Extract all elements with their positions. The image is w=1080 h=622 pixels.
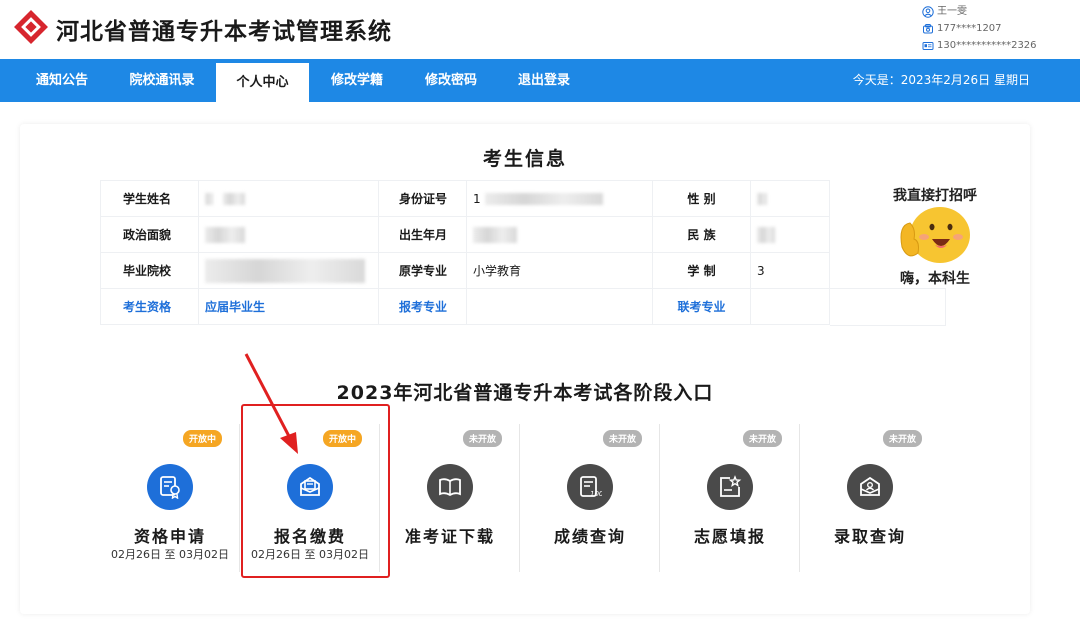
status-badge: 未开放 [882,430,922,447]
nav-item-change-password[interactable]: 修改密码 [410,59,492,102]
table-row: 考生资格 应届毕业生 报考专业 联考专业 [100,288,830,325]
value-birth [466,216,653,253]
stage-qualification-apply[interactable]: 开放中 资格申请 02月26日 至 03月02日 [100,420,240,580]
value-name [198,180,379,217]
label-apply-major: 报考专业 [378,288,467,325]
stage-preference-fill[interactable]: 未开放 志愿填报 [660,420,800,580]
nav-item-logout[interactable]: 退出登录 [503,59,585,102]
label-gender: 性 别 [652,180,751,217]
user-name: 王一雯 [937,5,967,17]
header: 河北省普通专升本考试管理系统 王一雯 177****1207 130******… [0,0,1080,59]
stage-icon-circle[interactable] [147,464,193,510]
label-name: 学生姓名 [100,180,199,217]
status-badge: 未开放 [462,430,502,447]
student-info-title: 考生信息 [482,148,567,170]
value-gender [750,180,830,217]
stages-title: 2023年河北省普通专升本考试各阶段入口 [336,382,714,404]
stage-admission-ticket-download[interactable]: 未开放 准考证下载 [380,420,520,580]
current-date: 今天是：2023年2月26日 星期日 [852,73,1030,87]
value-duration: 3 [750,252,830,289]
waving-emoji-icon [900,207,970,263]
user-info: 王一雯 177****1207 130***********2326 [922,3,1037,54]
star-form-icon [720,475,742,497]
sticker-bottom-text: 嗨，本科生 [900,271,970,287]
stage-name[interactable]: 准考证下载 [380,523,520,547]
label-major: 原学专业 [378,252,467,289]
value-ethnicity [750,216,830,253]
nav-item-edit-student-record[interactable]: 修改学籍 [316,59,398,102]
label-ethnicity: 民 族 [652,216,751,253]
user-phone: 177****1207 [937,22,1002,34]
value-apply-major [466,288,653,325]
svg-text:100: 100 [590,490,602,498]
label-id-card: 身份证号 [378,180,467,217]
stages-list: 开放中 资格申请 02月26日 至 03月02日 开放中 报名缴费 02月26日… [100,420,940,580]
stage-icon-circle[interactable]: 100 [567,464,613,510]
document-badge-icon [160,476,180,499]
stage-date: 02月26日 至 03月02日 [111,548,229,561]
stage-score-query[interactable]: 未开放 100 成绩查询 [520,420,660,580]
id-card-prefix: 1 [473,191,481,206]
table-row: 毕业院校 原学专业 小学教育 学 制 3 [100,252,830,289]
value-major: 小学教育 [466,252,653,289]
value-id-card: 1 [466,180,653,217]
value-politics [198,216,379,253]
stage-icon-circle[interactable] [707,464,753,510]
table-row: 学生姓名 身份证号 1 性 别 [100,180,830,217]
stage-name[interactable]: 录取查询 [800,523,940,547]
sticker-top-text: 我直接打招呼 [893,188,977,204]
user-icon [922,5,934,18]
value-joint-major [750,288,830,325]
score-sheet-icon: 100 [580,476,602,498]
status-badge: 未开放 [602,430,642,447]
table-row: 政治面貌 出生年月 民 族 [100,216,830,253]
stage-icon-circle[interactable] [427,464,473,510]
label-duration: 学 制 [652,252,751,289]
user-id-number: 130***********2326 [937,39,1037,51]
admission-envelope-icon [860,476,880,496]
label-eligibility: 考生资格 [100,288,199,325]
stage-name[interactable]: 志愿填报 [660,523,800,547]
status-badge: 未开放 [742,430,782,447]
annotation-arrow-icon [244,353,298,454]
label-politics: 政治面貌 [100,216,199,253]
value-eligibility: 应届毕业生 [198,288,379,325]
label-school: 毕业院校 [100,252,199,289]
site-logo-icon [14,10,48,44]
main-nav: 通知公告 院校通讯录 个人中心 修改学籍 修改密码 退出登录 今天是：2023年… [0,59,1080,102]
nav-item-personal-center[interactable]: 个人中心 [216,63,309,102]
stage-name[interactable]: 成绩查询 [520,523,660,547]
value-school [198,252,379,289]
stage-admission-query[interactable]: 未开放 录取查询 [800,420,940,580]
stage-icon-circle[interactable] [847,464,893,510]
label-joint-major: 联考专业 [652,288,751,325]
nav-item-school-directory[interactable]: 院校通讯录 [115,59,209,102]
id-card-icon [922,41,934,50]
phone-icon [923,23,933,33]
label-birth: 出生年月 [378,216,467,253]
greeting-sticker: 我直接打招呼 嗨，本科生 [880,185,990,295]
status-badge: 开放中 [182,430,222,447]
student-info-table: 学生姓名 身份证号 1 性 别 政治面貌 出生年月 民 族 毕业院校 原学专业 … [100,180,830,325]
site-title: 河北省普通专升本考试管理系统 [56,19,392,45]
book-icon [439,478,461,497]
stage-name[interactable]: 资格申请 [100,523,240,547]
nav-item-announcements[interactable]: 通知公告 [21,59,103,102]
